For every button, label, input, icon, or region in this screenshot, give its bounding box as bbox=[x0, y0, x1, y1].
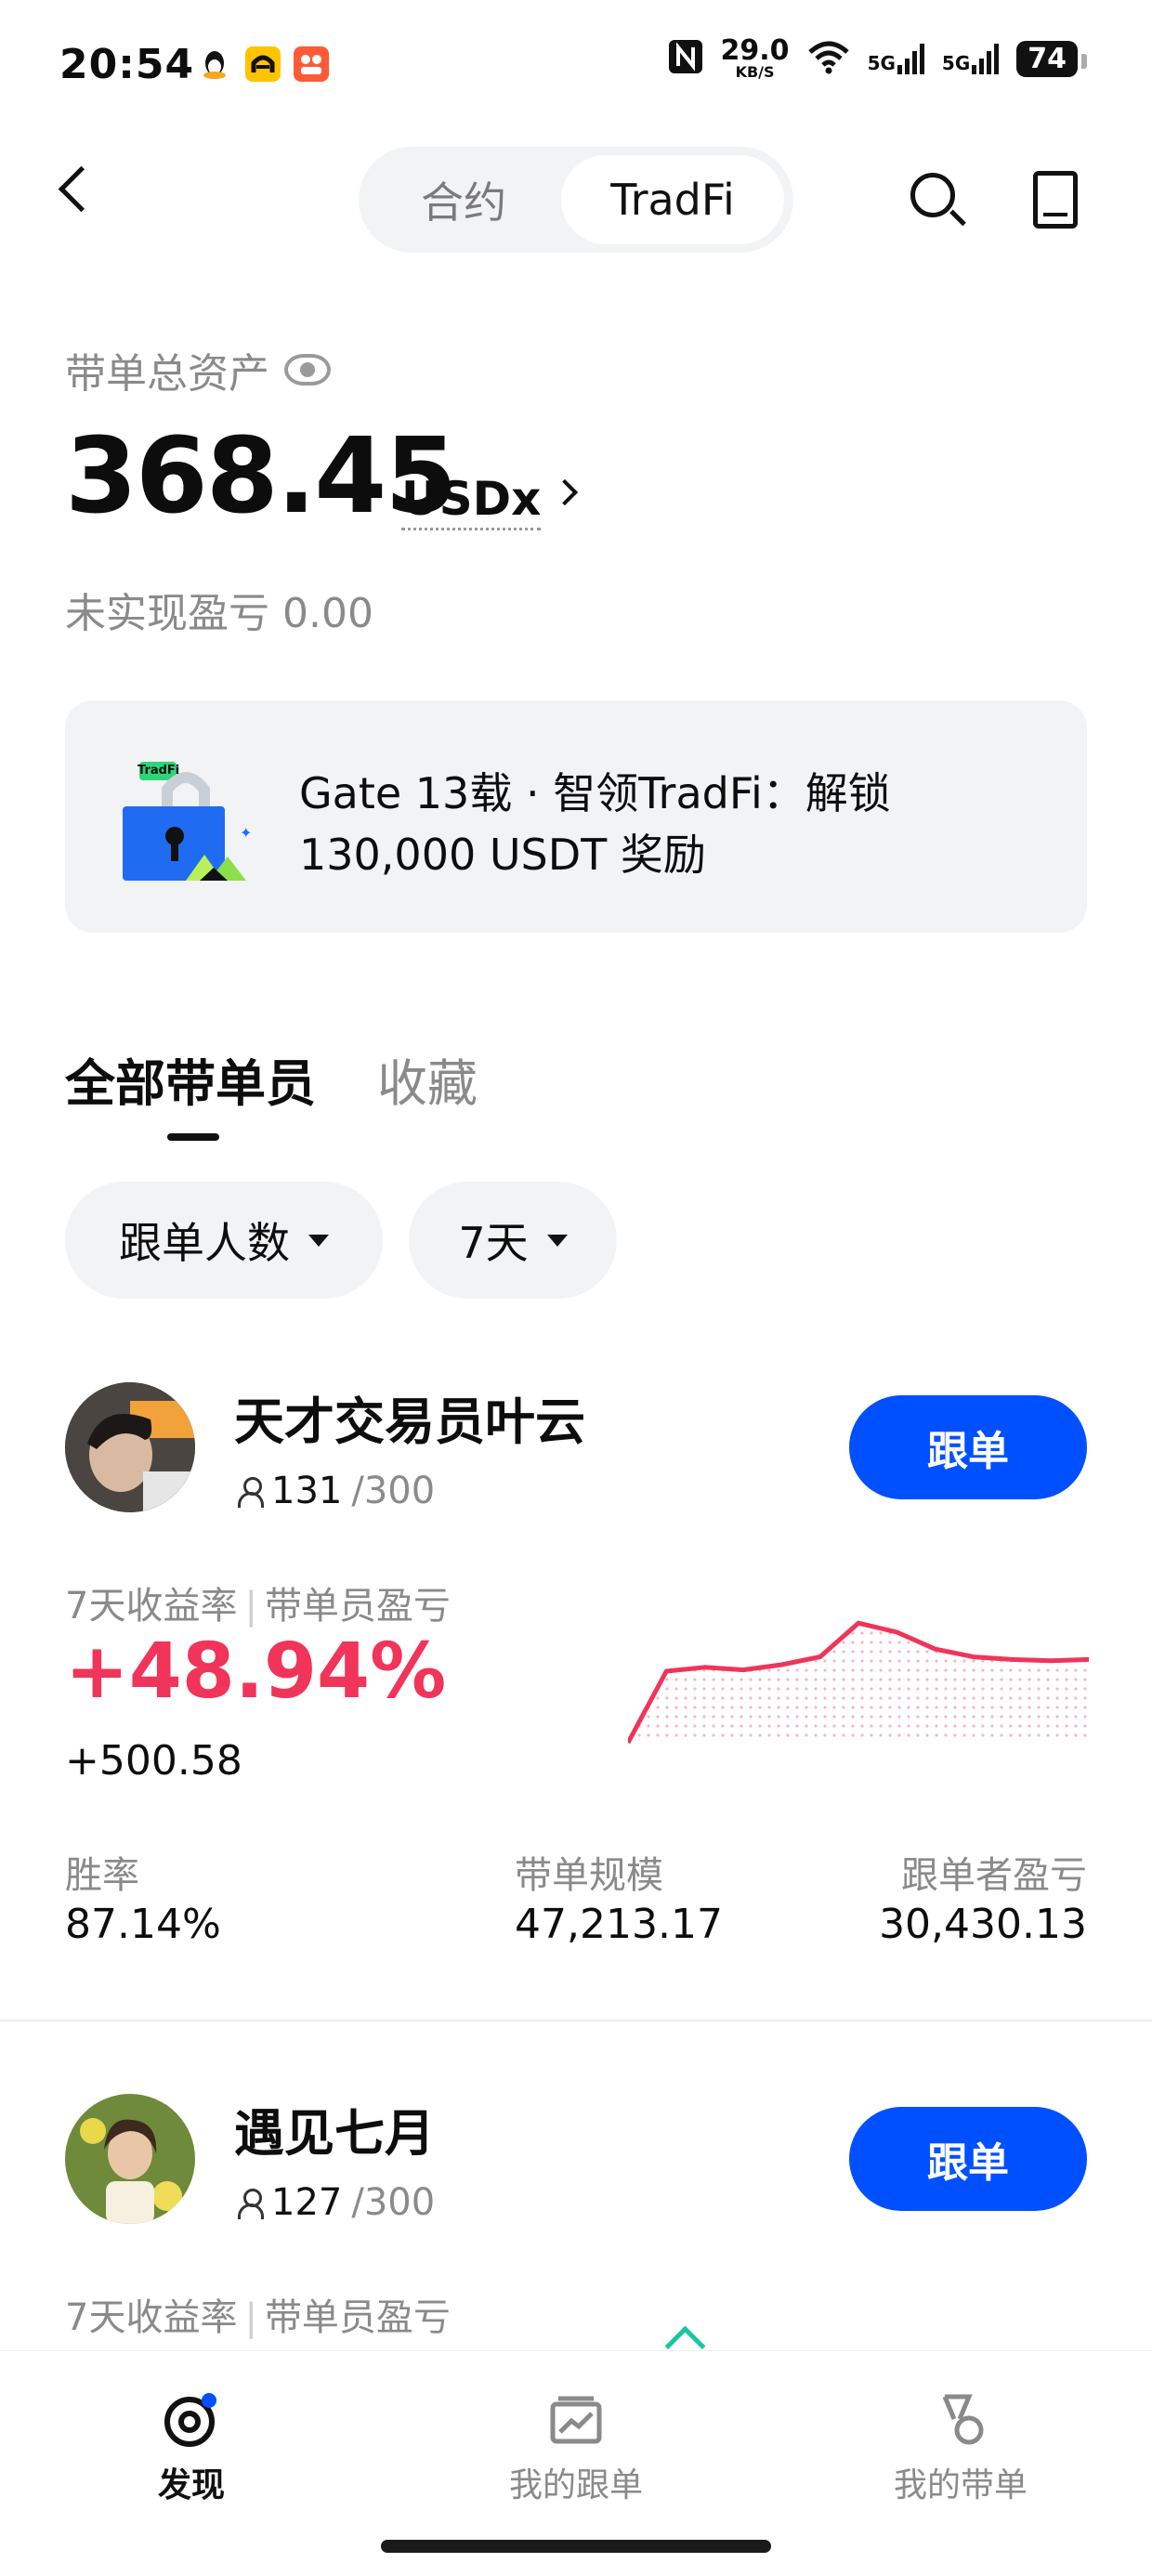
banner-subtitle: 130,000 USDT 奖励 bbox=[299, 830, 706, 880]
follower-max: /300 bbox=[351, 2181, 436, 2224]
gesture-handle bbox=[381, 2540, 771, 2553]
follower-count: 127/300 bbox=[238, 2181, 435, 2224]
eye-icon[interactable] bbox=[284, 354, 331, 386]
card-divider bbox=[0, 2020, 1152, 2021]
sort-filter-dropdown[interactable]: 跟单人数 bbox=[65, 1182, 383, 1299]
person-icon bbox=[238, 1477, 264, 1508]
app-a-icon bbox=[245, 46, 281, 82]
nfc-icon bbox=[667, 38, 704, 79]
net-speed-value: 29.0 bbox=[720, 34, 790, 67]
sort-filter-label: 跟单人数 bbox=[119, 1218, 290, 1268]
total-assets-label-text: 带单总资产 bbox=[65, 350, 269, 398]
market-segment-control: 合约 TradFi bbox=[359, 147, 793, 253]
avatar[interactable] bbox=[65, 1382, 195, 1512]
pnl-label: 带单员盈亏 bbox=[264, 1585, 451, 1628]
follower-count: 131/300 bbox=[238, 1470, 435, 1512]
net-speed-unit: KB/S bbox=[735, 63, 775, 81]
chevron-right-icon[interactable] bbox=[551, 478, 579, 506]
follow-button[interactable]: 跟单 bbox=[849, 1395, 1087, 1499]
follower-current: 127 bbox=[271, 2181, 343, 2224]
signal-bars-icon bbox=[897, 44, 924, 74]
nav-discover[interactable]: 发现 bbox=[52, 2391, 331, 2506]
signal-bars-icon bbox=[972, 44, 1000, 74]
nav-my-lead[interactable]: 我的带单 bbox=[821, 2391, 1100, 2506]
app-shop-icon bbox=[294, 46, 329, 82]
tab-favorites[interactable]: 收藏 bbox=[377, 1042, 478, 1116]
follower-max: /300 bbox=[351, 1470, 436, 1512]
signal-1-label: 5G bbox=[867, 52, 896, 74]
follow-chart-icon bbox=[550, 2396, 602, 2444]
tab-contract[interactable]: 合约 bbox=[366, 155, 561, 244]
network-speed: 29.0 KB/S bbox=[721, 37, 790, 80]
unrealized-pnl-label: 未实现盈亏 bbox=[65, 590, 269, 637]
period-filter-dropdown[interactable]: 7天 bbox=[409, 1182, 617, 1299]
follower-pnl-label: 跟单者盈亏 bbox=[901, 1854, 1087, 1897]
qq-app-icon bbox=[197, 46, 232, 82]
lead-scale-label: 带单规模 bbox=[515, 1854, 663, 1897]
total-assets-label: 带单总资产 bbox=[65, 340, 331, 399]
follower-current: 131 bbox=[271, 1470, 343, 1512]
period-filter-label: 7天 bbox=[458, 1218, 529, 1268]
asset-unit[interactable]: USDx bbox=[401, 472, 542, 530]
tab-all-traders[interactable]: 全部带单员 bbox=[65, 1042, 316, 1116]
signal-2-label: 5G bbox=[941, 52, 971, 74]
avatar[interactable] bbox=[65, 2094, 195, 2224]
discover-icon bbox=[164, 2393, 216, 2447]
banner-art-label: TradFi bbox=[137, 764, 180, 778]
label-separator: | bbox=[244, 1585, 257, 1628]
search-icon[interactable] bbox=[910, 173, 955, 217]
trader-sparkline bbox=[628, 1620, 1089, 1745]
pnl-label: 带单员盈亏 bbox=[264, 2296, 451, 2339]
person-icon bbox=[238, 2189, 264, 2219]
roi-value: +48.94% bbox=[65, 1628, 447, 1716]
label-separator: | bbox=[244, 2296, 257, 2339]
nav-my-follow[interactable]: 我的跟单 bbox=[437, 2391, 715, 2506]
back-arrow-icon[interactable] bbox=[58, 165, 105, 213]
nav-discover-label: 发现 bbox=[157, 2466, 225, 2504]
follow-button[interactable]: 跟单 bbox=[849, 2107, 1087, 2211]
unrealized-pnl: 未实现盈亏 0.00 bbox=[65, 580, 373, 639]
wifi-icon bbox=[806, 39, 851, 78]
active-tab-indicator bbox=[167, 1133, 219, 1141]
tab-tradfi[interactable]: TradFi bbox=[561, 155, 784, 244]
signal-2: 5G bbox=[942, 43, 1000, 74]
pnl-value: +500.58 bbox=[65, 1737, 242, 1785]
guide-book-icon[interactable] bbox=[1033, 171, 1078, 229]
nav-my-follow-label: 我的跟单 bbox=[508, 2466, 643, 2504]
lead-medal-icon bbox=[942, 2394, 984, 2445]
status-time: 20:54 bbox=[59, 41, 195, 88]
svg-text:✦: ✦ bbox=[240, 824, 252, 842]
lead-scale-value: 47,213.17 bbox=[515, 1901, 723, 1948]
roi-pnl-labels: 7天收益率 | 带单员盈亏 bbox=[65, 1576, 451, 1629]
caret-down-icon bbox=[546, 1234, 568, 1247]
nav-my-lead-label: 我的带单 bbox=[893, 2466, 1028, 2504]
status-right: 29.0 KB/S 5G 5G 74 bbox=[667, 37, 1087, 80]
trader-name[interactable]: 天才交易员叶云 bbox=[234, 1380, 585, 1454]
trader-name[interactable]: 遇见七月 bbox=[234, 2092, 435, 2165]
total-assets-value: 368.45 bbox=[65, 416, 457, 537]
caret-down-icon bbox=[308, 1234, 329, 1247]
signal-1: 5G bbox=[868, 43, 925, 74]
battery-indicator: 74 bbox=[1016, 40, 1087, 77]
win-rate-label: 胜率 bbox=[65, 1854, 139, 1897]
win-rate-value: 87.14% bbox=[65, 1901, 221, 1948]
roi-pnl-labels: 7天收益率 | 带单员盈亏 bbox=[65, 2287, 451, 2341]
sparkline-area bbox=[628, 1623, 1089, 1743]
roi-label: 7天收益率 bbox=[65, 2296, 238, 2339]
roi-label: 7天收益率 bbox=[65, 1585, 238, 1628]
unrealized-pnl-value: 0.00 bbox=[282, 590, 373, 637]
banner-title: Gate 13载 · 智领TradFi：解锁 bbox=[299, 768, 891, 818]
follower-pnl-value: 30,430.13 bbox=[879, 1901, 1087, 1948]
